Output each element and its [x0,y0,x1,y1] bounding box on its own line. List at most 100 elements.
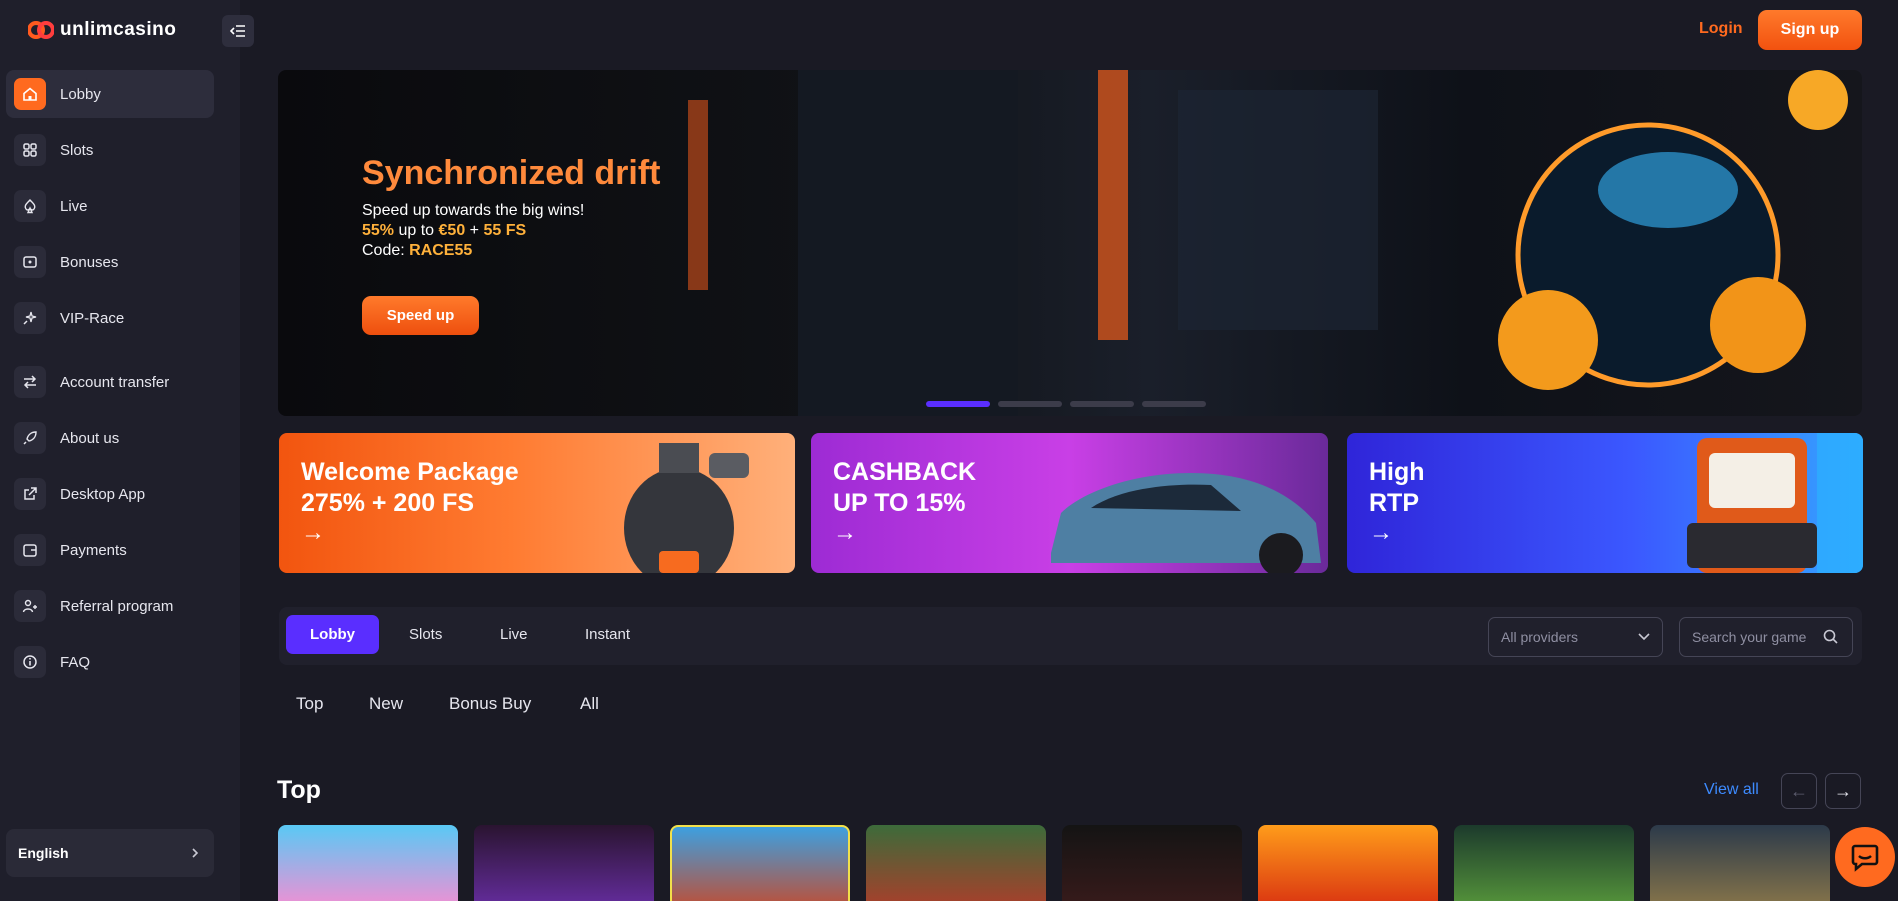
wallet-icon [14,534,46,566]
game-card[interactable] [1454,825,1634,901]
logo-text: unlimcasino [60,19,177,40]
sidebar-item-slots[interactable]: Slots [6,126,214,174]
promo-title: High RTP [1369,457,1425,519]
language-selector[interactable]: English [6,829,214,877]
hero-offer-amount: €50 [438,222,466,239]
promo-line-1: Welcome Package [301,458,519,486]
hero-code-value: RACE55 [409,242,473,259]
sidebar-item-label: Lobby [60,85,101,103]
promo-title: Welcome Package 275% + 200 FS [301,457,519,519]
login-button[interactable]: Login [1699,20,1743,38]
language-label: English [18,845,69,861]
live-chat-button[interactable] [1835,827,1895,887]
sidebar-item-faq[interactable]: FAQ [6,638,214,686]
arrow-left-icon: ← [1790,780,1808,801]
external-icon [14,478,46,510]
chevron-right-icon [192,848,199,858]
sidebar-item-lobby[interactable]: Lobby [6,70,214,118]
providers-dropdown[interactable]: All providers [1488,617,1663,657]
promo-card-high-rtp[interactable]: High RTP → [1347,433,1863,573]
sidebar-item-label: VIP-Race [60,309,125,327]
carousel-dots [926,401,1206,407]
promo-card-cashback[interactable]: CASHBACK UP TO 15% → [811,433,1328,573]
hero-banner[interactable]: Synchronized drift Speed up towards the … [278,70,1862,416]
subtab-new[interactable]: New [369,694,403,714]
grid-icon [14,134,46,166]
carousel-prev-button[interactable]: ← [1781,773,1817,809]
collapse-menu-icon [230,25,245,37]
sidebar-nav: Lobby Slots Live Bonuses VIP-Race Accoun… [6,70,214,694]
hero-artwork [688,70,1848,416]
carousel-dot-2[interactable] [998,401,1062,407]
sidebar-item-label: FAQ [60,653,91,671]
sidebar-item-label: Account transfer [60,373,170,391]
game-card[interactable] [866,825,1046,901]
game-card[interactable] [1062,825,1242,901]
sidebar-item-live[interactable]: Live [6,182,214,230]
promo-card-welcome[interactable]: Welcome Package 275% + 200 FS → [279,433,795,573]
carousel-dot-3[interactable] [1070,401,1134,407]
providers-value: All providers [1501,629,1579,645]
sidebar-item-label: Desktop App [60,485,146,503]
sidebar-item-label: Slots [60,141,94,159]
spade-icon [14,190,46,222]
game-card[interactable] [1650,825,1830,901]
sidebar-item-account-transfer[interactable]: Account transfer [6,358,214,406]
chat-icon [1851,844,1879,872]
hero-title: Synchronized drift [362,154,661,192]
sidebar-item-label: Referral program [60,597,174,615]
promo-line-2: 275% + 200 FS [301,489,475,517]
game-card[interactable] [1258,825,1438,901]
hero-code: Code: RACE55 [362,242,472,260]
sidebar-item-payments[interactable]: Payments [6,526,214,574]
carousel-dot-4[interactable] [1142,401,1206,407]
game-card[interactable] [474,825,654,901]
sidebar-item-referral-program[interactable]: Referral program [6,582,214,630]
carousel-dot-1[interactable] [926,401,990,407]
subtab-all[interactable]: All [580,694,599,714]
promo-line-2: RTP [1369,489,1419,517]
sidebar-item-bonuses[interactable]: Bonuses [6,238,214,286]
promo-title: CASHBACK UP TO 15% [833,457,976,519]
users-icon [14,590,46,622]
section-title-top: Top [277,776,321,804]
rocket-icon [14,422,46,454]
carousel-next-button[interactable]: → [1825,773,1861,809]
hero-code-label: Code: [362,242,410,259]
hero-offer-percent: 55% [362,222,395,239]
hero-subtitle: Speed up towards the big wins! [362,202,585,219]
search-icon [1823,629,1838,644]
hero-offer: 55% up to €50 + 55 FS [362,222,526,240]
nav-divider [6,350,214,358]
sidebar-item-label: Payments [60,541,127,559]
sparkle-icon [14,302,46,334]
transfer-icon [14,366,46,398]
game-tabs-bar: Lobby Slots Live Instant All providers [279,607,1862,665]
hero-offer-fs: 55 FS [483,222,527,239]
signup-button[interactable]: Sign up [1758,10,1862,50]
sidebar-item-about-us[interactable]: About us [6,414,214,462]
arrow-right-icon: → [301,519,325,546]
tab-lobby[interactable]: Lobby [286,615,379,654]
sidebar: unlimcasino Lobby Slots Live Bonuses VIP… [0,0,240,901]
view-all-link[interactable]: View all [1704,781,1759,799]
game-card[interactable] [278,825,458,901]
tab-instant[interactable]: Instant [561,615,654,654]
game-card[interactable] [670,825,850,901]
arrow-right-icon: → [1834,780,1852,801]
subtab-bonus-buy[interactable]: Bonus Buy [449,694,531,714]
speed-up-button[interactable]: Speed up [362,296,479,335]
sidebar-item-vip-race[interactable]: VIP-Race [6,294,214,342]
promo-line-1: CASHBACK [833,458,977,486]
logo[interactable]: unlimcasino [28,16,176,44]
sidebar-collapse-button[interactable] [222,15,254,47]
promo-line-1: High [1369,458,1425,486]
promo-line-2: UP TO 15% [833,489,966,517]
tab-live[interactable]: Live [476,615,552,654]
tab-slots[interactable]: Slots [385,615,466,654]
sidebar-item-label: Live [60,197,88,215]
arrow-right-icon: → [1369,519,1393,546]
subtab-top[interactable]: Top [296,694,323,714]
hero-offer-plus: + [465,222,484,239]
sidebar-item-desktop-app[interactable]: Desktop App [6,470,214,518]
